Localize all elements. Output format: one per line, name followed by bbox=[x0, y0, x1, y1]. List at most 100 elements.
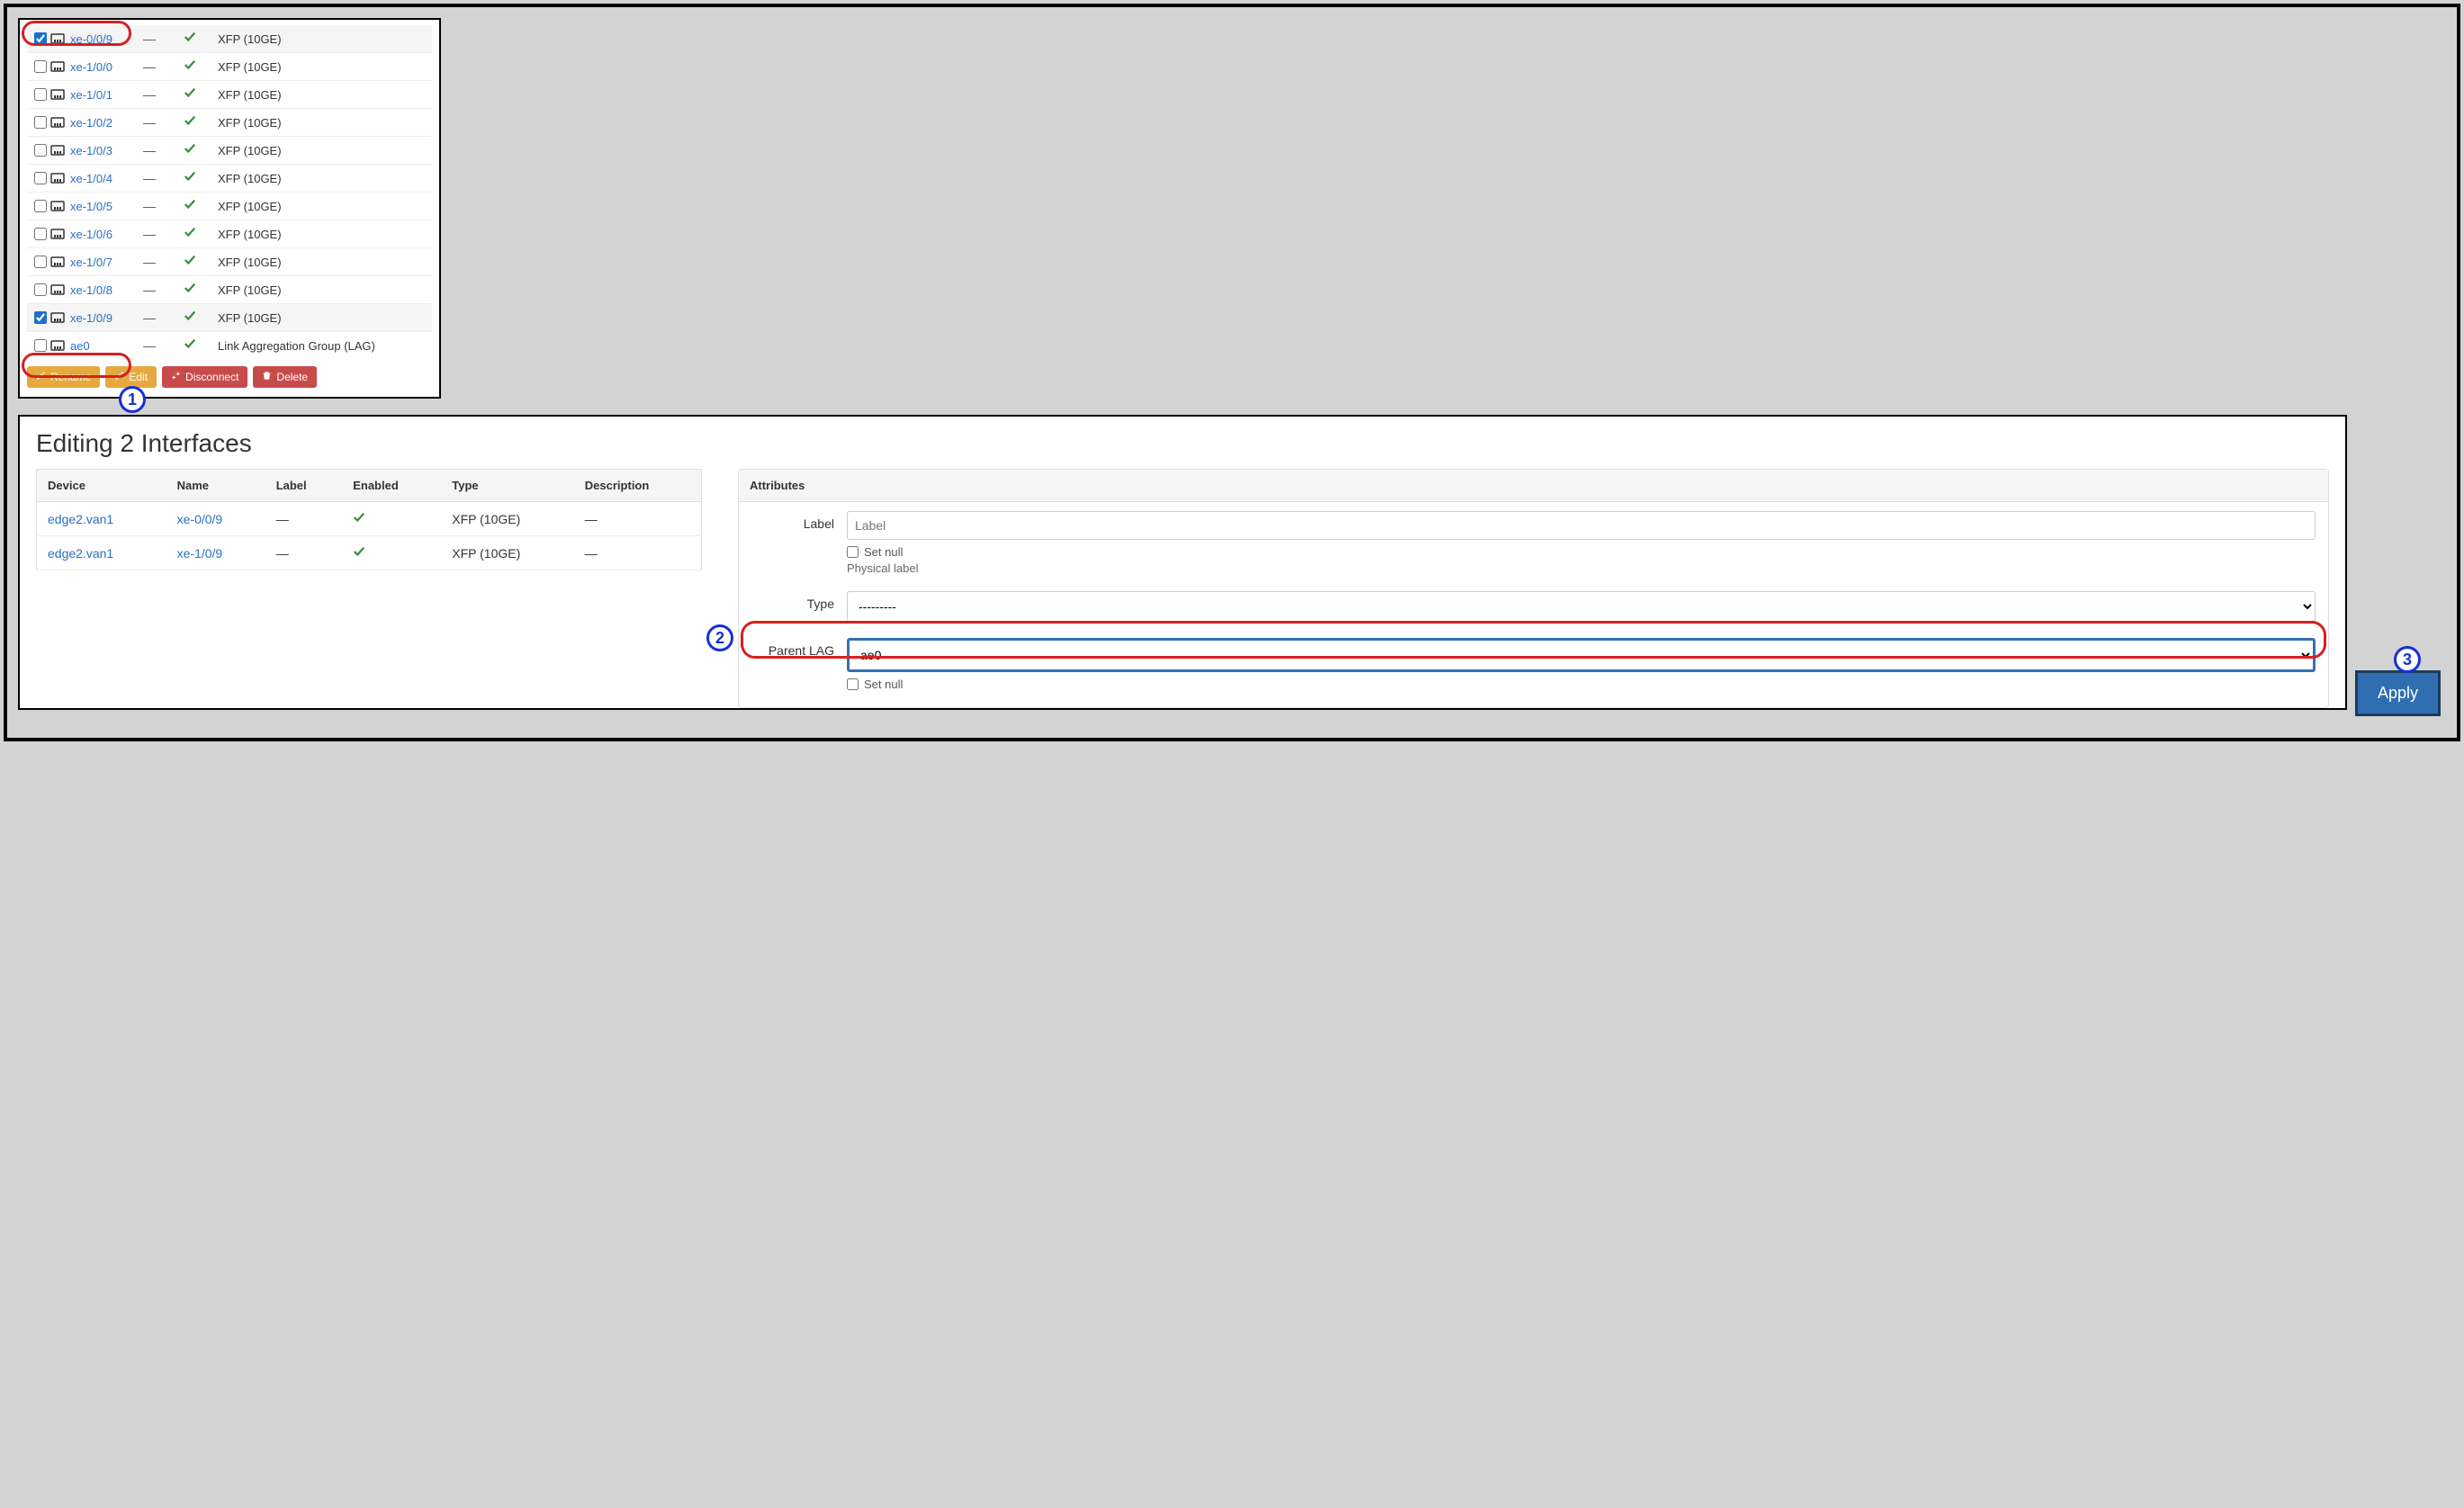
row-dash: — bbox=[131, 283, 167, 297]
attributes-header: Attributes bbox=[739, 470, 2328, 502]
interface-link[interactable]: xe-1/0/1 bbox=[70, 88, 112, 102]
parent-lag-setnull[interactable]: Set null bbox=[847, 678, 2316, 691]
enabled-icon bbox=[167, 31, 212, 47]
enabled-icon bbox=[167, 337, 212, 354]
ethernet-icon bbox=[50, 283, 65, 297]
row-type: XFP (10GE) bbox=[212, 283, 428, 297]
interface-row[interactable]: xe-1/0/5—XFP (10GE) bbox=[27, 193, 432, 220]
row-type: XFP (10GE) bbox=[212, 88, 428, 102]
cell-type: XFP (10GE) bbox=[441, 502, 574, 536]
pencil-icon bbox=[114, 371, 124, 383]
interface-row[interactable]: xe-1/0/6—XFP (10GE) bbox=[27, 220, 432, 248]
table-row: edge2.van1xe-0/0/9—XFP (10GE)— bbox=[37, 502, 702, 536]
panel-title: Editing 2 Interfaces bbox=[36, 429, 2329, 458]
annotation-2: 2 bbox=[706, 624, 733, 651]
interface-list-panel: xe-0/0/9—XFP (10GE)xe-1/0/0—XFP (10GE)xe… bbox=[18, 18, 441, 399]
cell-label: — bbox=[265, 502, 343, 536]
type-select[interactable]: --------- bbox=[847, 591, 2316, 622]
cell-description: — bbox=[574, 502, 702, 536]
interface-link[interactable]: xe-1/0/2 bbox=[70, 116, 112, 130]
row-checkbox[interactable] bbox=[34, 88, 47, 101]
ethernet-icon bbox=[50, 310, 65, 325]
interface-row[interactable]: ae0—Link Aggregation Group (LAG) bbox=[27, 332, 432, 359]
row-checkbox[interactable] bbox=[34, 116, 47, 129]
cell-description: — bbox=[574, 536, 702, 570]
disconnect-button[interactable]: Disconnect bbox=[162, 366, 247, 388]
row-type: XFP (10GE) bbox=[212, 256, 428, 269]
bulk-action-bar: Rename Edit Disconnect Delete bbox=[27, 366, 432, 388]
interface-link[interactable]: ae0 bbox=[70, 339, 90, 353]
apply-button[interactable]: Apply bbox=[2355, 670, 2441, 716]
interface-link[interactable]: xe-1/0/4 bbox=[70, 172, 112, 185]
ethernet-icon bbox=[50, 59, 65, 74]
ethernet-icon bbox=[50, 31, 65, 46]
row-checkbox[interactable] bbox=[34, 283, 47, 296]
row-checkbox[interactable] bbox=[34, 144, 47, 157]
row-dash: — bbox=[131, 338, 167, 353]
row-checkbox[interactable] bbox=[34, 172, 47, 184]
row-checkbox[interactable] bbox=[34, 32, 47, 45]
interface-link[interactable]: xe-1/0/8 bbox=[70, 283, 112, 297]
row-type: XFP (10GE) bbox=[212, 200, 428, 213]
row-checkbox[interactable] bbox=[34, 339, 47, 352]
parent-lag-setnull-checkbox[interactable] bbox=[847, 678, 859, 690]
row-checkbox[interactable] bbox=[34, 60, 47, 73]
col-name: Name bbox=[166, 470, 265, 502]
ethernet-icon bbox=[50, 338, 65, 353]
interface-row[interactable]: xe-1/0/8 — XFP (10GE) bbox=[27, 276, 432, 304]
interface-link[interactable]: xe-0/0/9 bbox=[70, 32, 112, 46]
ethernet-icon bbox=[50, 87, 65, 102]
rename-label: Rename bbox=[50, 371, 91, 383]
device-link[interactable]: edge2.van1 bbox=[48, 512, 113, 526]
row-type: XFP (10GE) bbox=[212, 311, 428, 325]
interface-link[interactable]: xe-1/0/0 bbox=[70, 60, 112, 74]
row-dash: — bbox=[131, 171, 167, 185]
interface-link[interactable]: xe-1/0/5 bbox=[70, 200, 112, 213]
ethernet-icon bbox=[50, 115, 65, 130]
row-dash: — bbox=[131, 59, 167, 74]
interface-link[interactable]: xe-1/0/3 bbox=[70, 144, 112, 157]
row-checkbox[interactable] bbox=[34, 200, 47, 212]
row-checkbox[interactable] bbox=[34, 228, 47, 240]
interface-link[interactable]: xe-1/0/7 bbox=[70, 256, 112, 269]
col-label: Label bbox=[265, 470, 343, 502]
row-dash: — bbox=[131, 255, 167, 269]
row-checkbox[interactable] bbox=[34, 256, 47, 268]
label-input[interactable] bbox=[847, 511, 2316, 540]
edit-button[interactable]: Edit bbox=[105, 366, 157, 388]
edit-panel: Editing 2 Interfaces Device Name Label E… bbox=[18, 415, 2347, 710]
delete-button[interactable]: Delete bbox=[253, 366, 317, 388]
iface-name-link[interactable]: xe-1/0/9 bbox=[177, 546, 223, 561]
iface-name-link[interactable]: xe-0/0/9 bbox=[177, 512, 223, 526]
delete-label: Delete bbox=[276, 371, 308, 383]
row-dash: — bbox=[131, 310, 167, 325]
interface-row[interactable]: xe-1/0/2—XFP (10GE) bbox=[27, 109, 432, 137]
interface-row[interactable]: xe-1/0/9 — XFP (10GE) bbox=[27, 304, 432, 332]
device-link[interactable]: edge2.van1 bbox=[48, 546, 113, 561]
rename-button[interactable]: Rename bbox=[27, 366, 100, 388]
label-setnull-checkbox[interactable] bbox=[847, 546, 859, 558]
interface-row[interactable]: xe-1/0/1—XFP (10GE) bbox=[27, 81, 432, 109]
interface-row[interactable]: xe-1/0/0—XFP (10GE) bbox=[27, 53, 432, 81]
cell-enabled bbox=[342, 502, 441, 536]
row-type: XFP (10GE) bbox=[212, 228, 428, 241]
interface-row[interactable]: xe-1/0/7 — XFP (10GE) bbox=[27, 248, 432, 276]
row-checkbox[interactable] bbox=[34, 311, 47, 324]
enabled-icon bbox=[167, 58, 212, 75]
enabled-icon bbox=[167, 86, 212, 103]
interface-row[interactable]: xe-0/0/9—XFP (10GE) bbox=[27, 25, 432, 53]
interface-link[interactable]: xe-1/0/6 bbox=[70, 228, 112, 241]
ethernet-icon bbox=[50, 171, 65, 185]
enabled-icon bbox=[167, 114, 212, 130]
row-dash: — bbox=[131, 115, 167, 130]
interface-row[interactable]: xe-1/0/4—XFP (10GE) bbox=[27, 165, 432, 193]
interface-row[interactable]: xe-1/0/3—XFP (10GE) bbox=[27, 137, 432, 165]
edit-label: Edit bbox=[129, 371, 148, 383]
enabled-icon bbox=[167, 198, 212, 214]
col-description: Description bbox=[574, 470, 702, 502]
attributes-panel: Attributes Label Set null Physical label bbox=[738, 469, 2329, 708]
interface-link[interactable]: xe-1/0/9 bbox=[70, 311, 112, 325]
row-dash: — bbox=[131, 31, 167, 46]
parent-lag-select[interactable]: ae0 bbox=[850, 641, 2313, 669]
label-setnull[interactable]: Set null bbox=[847, 545, 2316, 559]
